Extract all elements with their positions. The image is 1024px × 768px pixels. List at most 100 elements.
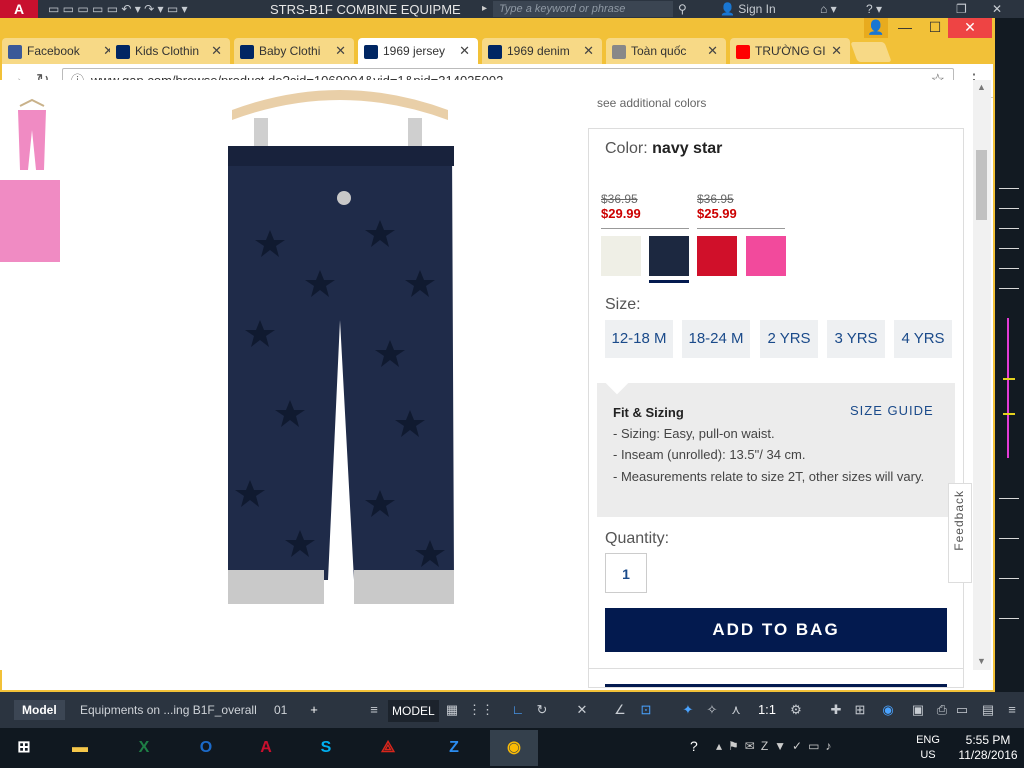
tab-facebook[interactable]: Facebook ✕ (2, 38, 122, 64)
tab-1969-denim[interactable]: 1969 denim ✕ (482, 38, 602, 64)
tab-toan-quoc[interactable]: Toàn quốc ✕ (606, 38, 726, 64)
autocad-restore-icon[interactable]: ❐ (956, 2, 967, 16)
thumbnail-pink-pants-detail[interactable] (0, 180, 60, 262)
autocad-close-icon[interactable]: ✕ (992, 2, 1002, 16)
hardware-accel-icon[interactable]: ◉ (880, 702, 896, 718)
exchange-icon[interactable]: ⌂ ▾ (820, 2, 837, 16)
file-explorer-icon[interactable]: ▬ (56, 730, 104, 766)
tab-label: Kids Clothin (135, 44, 200, 58)
annotation-icon[interactable]: ✦ (680, 702, 696, 718)
swatch-red[interactable] (697, 236, 737, 276)
tab-close-icon[interactable]: ✕ (707, 38, 718, 64)
sale-price: $25.99 (697, 206, 737, 221)
auto-scale-icon[interactable]: ⋏ (728, 702, 744, 718)
size-12-18m-button[interactable]: 12-18 M (605, 320, 673, 358)
profile-icon[interactable]: 👤 (864, 18, 888, 38)
tab-truong-gi[interactable]: TRƯỜNG GI ✕ (730, 38, 850, 64)
tray-icons[interactable]: ▴⚑✉Z▼✓▭♪ (716, 739, 837, 753)
acrobat-icon[interactable]: ⟁ (364, 730, 412, 766)
quantity-input[interactable]: 1 (605, 553, 647, 593)
outlook-icon[interactable]: O (182, 730, 230, 766)
binoculars-icon[interactable]: ⚲ (678, 2, 687, 16)
tab-strip: Facebook ✕ Kids Clothin ✕ Baby Clothi ✕ 196… (2, 18, 993, 64)
thumbnail-pink-pants[interactable] (12, 98, 52, 178)
maximize-icon[interactable]: ☐ (920, 18, 950, 38)
excel-icon[interactable]: X (120, 730, 168, 766)
workspace-gear-icon[interactable]: ⚙ (788, 702, 804, 718)
clock[interactable]: 5:55 PM 11/28/2016 (956, 733, 1020, 763)
clock-time: 5:55 PM (965, 733, 1011, 747)
autocad-logo-icon[interactable]: A (0, 0, 38, 18)
skype-icon[interactable]: S (302, 730, 350, 766)
swatch-navy-star[interactable] (649, 236, 689, 276)
help-icon[interactable]: ? ▾ (866, 2, 882, 16)
new-tab-button[interactable] (850, 42, 892, 62)
annotation-scale[interactable]: 1:1 (752, 702, 782, 718)
language-indicator[interactable]: ENG US (913, 733, 943, 763)
size-3yrs-button[interactable]: 3 YRS (827, 320, 885, 358)
tab-label: Toàn quốc (631, 44, 687, 58)
start-windows-icon[interactable]: ⊞ (0, 730, 48, 766)
menu-lines-icon[interactable]: ≡ (1004, 702, 1020, 718)
layout-tab-01[interactable]: 01 (266, 700, 295, 720)
layout-tab-equipments[interactable]: Equipments on ...ing B1F_overall (72, 700, 265, 720)
chrome-app-icon[interactable]: ◉ (490, 730, 538, 766)
monitor-icon[interactable]: ▭ (954, 702, 970, 718)
drawing-line (999, 578, 1019, 579)
ortho-icon[interactable]: ∟ (510, 702, 526, 718)
osnap-icon[interactable]: ✕ (574, 702, 590, 718)
zalo-icon[interactable]: Z (430, 730, 478, 766)
polar-icon[interactable]: ↻ (534, 702, 550, 718)
annotation-visibility-icon[interactable]: ✧ (704, 702, 720, 718)
model-space-toggle[interactable]: MODEL (388, 700, 439, 722)
add-layout-icon[interactable]: + (306, 702, 322, 718)
swatch-pink[interactable] (746, 236, 786, 276)
bottom-accent-strip (605, 684, 947, 687)
isolate-icon[interactable]: ⊞ (852, 702, 868, 718)
more-icon[interactable]: ≡ (366, 702, 382, 718)
user-icon: 👤 (720, 2, 739, 16)
quick-access-icons[interactable]: ▭ ▭ ▭ ▭ ▭ ↶ ▾ ↷ ▾ ▭ ▾ (48, 2, 188, 16)
see-additional-colors-link[interactable]: see additional colors (597, 96, 706, 110)
feedback-tab[interactable]: Feedback (948, 483, 972, 583)
plus-icon[interactable]: ✚ (828, 702, 844, 718)
tab-close-icon[interactable]: ✕ (459, 38, 470, 64)
tab-label: TRƯỜNG GI (755, 44, 826, 58)
selection-cycling-icon[interactable]: ⊡ (638, 702, 654, 718)
size-4yrs-button[interactable]: 4 YRS (894, 320, 952, 358)
tab-close-icon[interactable]: ✕ (583, 38, 594, 64)
snap-icon[interactable]: ⋮⋮ (468, 702, 494, 718)
sign-in-link[interactable]: 👤 Sign In (720, 2, 776, 16)
tab-kids-clothing[interactable]: Kids Clothin ✕ (110, 38, 230, 64)
autocad-app-icon[interactable]: A (242, 730, 290, 766)
close-icon[interactable]: ✕ (948, 18, 992, 38)
size-18-24m-button[interactable]: 18-24 M (682, 320, 750, 358)
tab-close-icon[interactable]: ✕ (831, 38, 842, 64)
scroll-thumb[interactable] (976, 150, 987, 220)
tab-baby-clothing[interactable]: Baby Clothi ✕ (234, 38, 354, 64)
swatch-ivory[interactable] (601, 236, 641, 276)
sale-price: $29.99 (601, 206, 641, 221)
fit-line-sizing: - Sizing: Easy, pull-on waist. (613, 426, 775, 441)
feedback-label: Feedback (952, 490, 966, 551)
lineweight-icon[interactable]: ∠ (612, 702, 628, 718)
tab-1969-jersey[interactable]: 1969 jersey ✕ (358, 38, 478, 64)
add-to-bag-button[interactable]: ADD TO BAG (605, 608, 947, 652)
scroll-up-icon[interactable]: ▲ (977, 82, 986, 92)
fit-sizing-title: Fit & Sizing (613, 405, 684, 420)
tab-close-icon[interactable]: ✕ (335, 38, 346, 64)
tab-close-icon[interactable]: ✕ (211, 38, 222, 64)
layout-tab-model[interactable]: Model (14, 700, 65, 720)
expand-arrow-icon[interactable]: ▸ (482, 3, 487, 14)
minimize-icon[interactable]: — (890, 18, 920, 38)
customize-icon[interactable]: ▤ (980, 702, 996, 718)
clean-screen-icon[interactable]: ▣ (910, 702, 926, 718)
size-2yrs-button[interactable]: 2 YRS (760, 320, 818, 358)
size-guide-link[interactable]: SIZE GUIDE (850, 403, 934, 418)
print-icon[interactable]: ⎙ (934, 702, 950, 718)
help-tray-icon[interactable]: ? (690, 738, 698, 754)
gap-icon (240, 44, 254, 59)
autocad-search-input[interactable]: Type a keyword or phrase (493, 1, 673, 17)
grid-icon[interactable]: ▦ (444, 702, 460, 718)
scroll-down-icon[interactable]: ▼ (977, 656, 986, 666)
